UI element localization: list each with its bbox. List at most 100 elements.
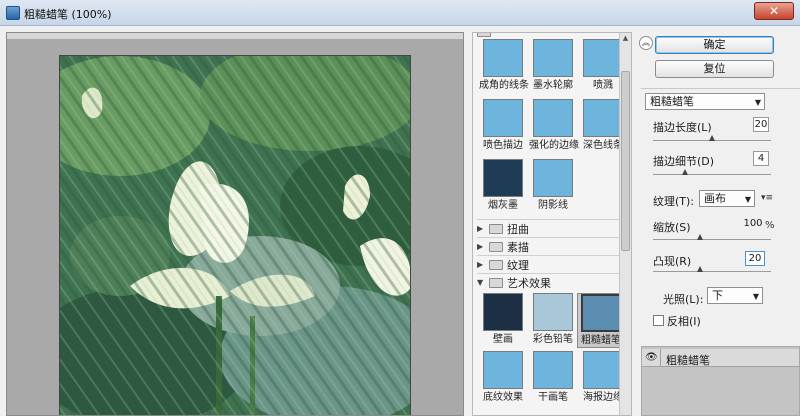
gallery-scrollbar[interactable]: ▲ <box>619 33 631 415</box>
invert-label: 反相(I) <box>667 315 701 328</box>
chevron-down-icon: ▼ <box>752 292 759 301</box>
light-select[interactable]: 下 ▼ <box>707 287 763 304</box>
thumb-label: 干画笔 <box>538 392 568 403</box>
scaling-unit: % <box>765 220 775 231</box>
category-distort[interactable]: ▶ 扭曲 <box>477 219 619 237</box>
thumb-label: 成角的线条 <box>479 80 529 91</box>
filter-select-value: 粗糙蜡笔 <box>650 95 694 108</box>
scrollbar-thumb[interactable] <box>621 71 630 251</box>
light-label: 光照(L): <box>663 293 704 306</box>
texture-select-value: 画布 <box>704 192 726 205</box>
filter-settings: 粗糙蜡笔 ▼ 描边长度(L) 20 描边细节(D) 4 纹理(T): 画布 ▼ … <box>641 88 800 336</box>
thumb-image <box>533 293 573 331</box>
thumb-label: 喷色描边 <box>483 140 523 151</box>
collapse-gallery-icon[interactable]: ︽ <box>639 36 653 50</box>
thumb-image <box>483 159 523 197</box>
relief-field[interactable]: 20 <box>745 251 765 266</box>
thumb-image <box>583 99 623 137</box>
thumb-ink-outlines[interactable]: 墨水轮廓 <box>529 39 577 92</box>
folder-icon <box>489 259 503 270</box>
invert-checkbox[interactable] <box>653 315 664 326</box>
folder-icon <box>489 223 503 234</box>
thumb-dry-brush[interactable]: 干画笔 <box>529 351 577 404</box>
thumb-image <box>581 294 621 332</box>
light-select-value: 下 <box>712 289 723 302</box>
filter-select[interactable]: 粗糙蜡笔 ▼ <box>645 93 765 110</box>
thumb-fresco[interactable]: 壁画 <box>479 293 527 346</box>
stroke-length-label: 描边长度(L) <box>653 121 712 134</box>
thumb-label: 烟灰墨 <box>488 200 518 211</box>
reset-button[interactable]: 复位 <box>655 60 774 78</box>
effect-layer-label: 粗糙蜡笔 <box>666 354 710 367</box>
stroke-detail-slider-thumb[interactable] <box>681 169 688 175</box>
stroke-length-field[interactable]: 20 <box>753 117 769 132</box>
thumb-image <box>583 351 623 389</box>
chevron-down-icon: ▼ <box>744 195 751 204</box>
open-folder-icon <box>489 277 503 288</box>
thumb-sumi-e[interactable]: 烟灰墨 <box>479 159 527 212</box>
preview-pane[interactable] <box>6 32 464 416</box>
ok-button[interactable]: 确定 <box>655 36 774 54</box>
folder-icon <box>477 33 491 37</box>
scaling-field[interactable]: 100 <box>743 217 763 232</box>
thumb-accented-edges[interactable]: 强化的边缘 <box>529 99 579 152</box>
relief-slider-thumb[interactable] <box>697 266 704 272</box>
thumb-image <box>483 351 523 389</box>
category-label: 扭曲 <box>507 222 529 236</box>
texture-select[interactable]: 画布 ▼ <box>699 190 755 207</box>
close-button[interactable]: ✕ <box>754 2 794 20</box>
thumb-sprayed-strokes[interactable]: 喷色描边 <box>479 99 527 152</box>
thumb-image <box>483 99 523 137</box>
effect-layers-panel: 👁 粗糙蜡笔 <box>641 346 800 416</box>
thumb-image <box>483 293 523 331</box>
thumb-colored-pencil[interactable]: 彩色铅笔 <box>529 293 577 346</box>
app-icon <box>6 6 20 20</box>
thumb-crosshatch[interactable]: 阴影线 <box>529 159 577 212</box>
thumb-label: 壁画 <box>493 334 513 345</box>
thumb-underpainting[interactable]: 底纹效果 <box>479 351 527 404</box>
scaling-slider-thumb[interactable] <box>697 234 704 240</box>
lotus-painting <box>60 56 410 415</box>
stroke-detail-field[interactable]: 4 <box>753 151 769 166</box>
thumb-image <box>533 99 573 137</box>
filter-gallery[interactable]: 成角的线条 墨水轮廓 喷溅 喷色描边 强化的边缘 深色线条 烟灰墨 阴影线 ▶ … <box>472 32 632 416</box>
relief-label: 凸现(R) <box>653 255 692 268</box>
preview-image[interactable] <box>59 55 411 415</box>
chevron-down-icon: ▼ <box>754 98 761 107</box>
stroke-length-slider-thumb[interactable] <box>709 135 715 141</box>
thumb-label: 阴影线 <box>538 200 568 211</box>
thumb-image <box>583 39 623 77</box>
thumb-label: 强化的边缘 <box>529 140 579 151</box>
expand-triangle-icon: ▶ <box>477 242 484 251</box>
expand-triangle-icon: ▶ <box>477 224 484 233</box>
texture-label: 纹理(T): <box>653 195 695 208</box>
thumb-rough-pastels[interactable]: 粗糙蜡笔 <box>577 293 625 348</box>
eye-icon[interactable]: 👁 <box>645 352 658 364</box>
thumb-label: 粗糙蜡笔 <box>581 335 621 346</box>
thumb-angled-strokes[interactable]: 成角的线条 <box>479 39 529 92</box>
category-sketch[interactable]: ▶ 素描 <box>477 237 619 255</box>
layer-divider <box>660 349 661 367</box>
texture-menu-icon[interactable]: ▾≡ <box>761 193 773 203</box>
relief-slider[interactable] <box>653 271 771 272</box>
effect-layer-row[interactable]: 👁 粗糙蜡笔 <box>642 349 799 367</box>
thumb-label: 彩色铅笔 <box>533 334 573 345</box>
category-texture[interactable]: ▶ 纹理 <box>477 255 619 273</box>
thumb-label: 墨水轮廓 <box>533 80 573 91</box>
scaling-slider[interactable] <box>653 239 771 240</box>
folder-icon <box>489 241 503 252</box>
title-bar: 粗糙蜡笔 (100%) ✕ <box>0 0 800 26</box>
scroll-up-arrow-icon[interactable]: ▲ <box>621 34 630 44</box>
category-label: 素描 <box>507 240 529 254</box>
category-label: 艺术效果 <box>507 276 551 290</box>
collapse-triangle-icon: ▼ <box>477 278 484 287</box>
thumb-image <box>483 39 523 77</box>
window-title: 粗糙蜡笔 (100%) <box>24 8 112 21</box>
stroke-detail-slider[interactable] <box>653 174 771 175</box>
thumb-image <box>533 351 573 389</box>
stroke-detail-label: 描边细节(D) <box>653 155 715 168</box>
category-artistic[interactable]: ▼ 艺术效果 <box>477 273 619 291</box>
preview-top-strip <box>7 33 463 39</box>
thumb-image <box>533 39 573 77</box>
thumb-label: 底纹效果 <box>483 392 523 403</box>
